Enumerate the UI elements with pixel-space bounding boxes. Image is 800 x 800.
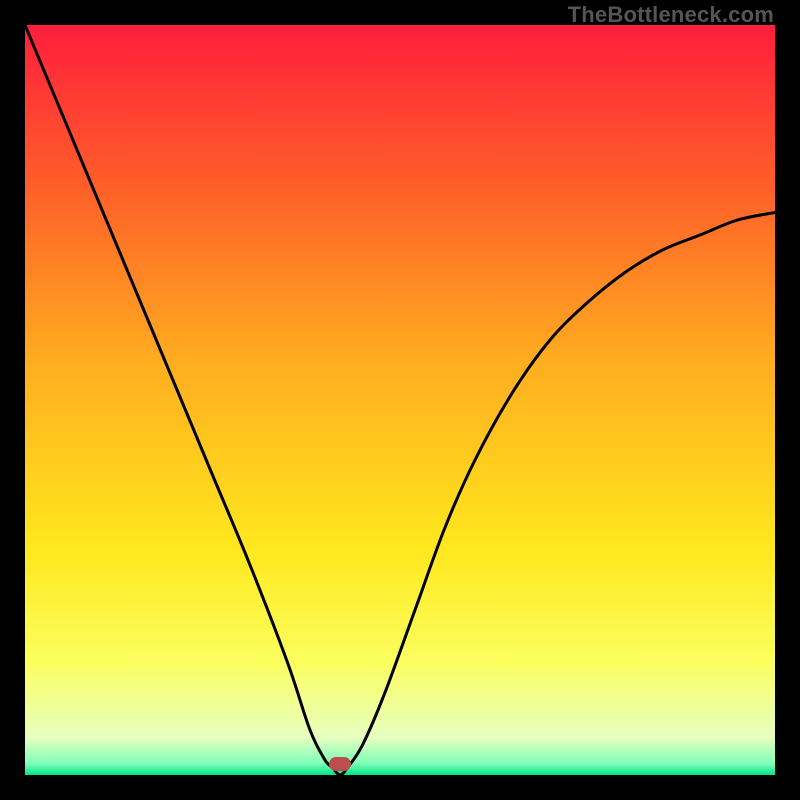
- gradient-background: [25, 25, 775, 775]
- watermark-text: TheBottleneck.com: [568, 2, 774, 28]
- chart-frame: [25, 25, 775, 775]
- optimal-point-marker: [329, 757, 351, 771]
- chart-svg: [25, 25, 775, 775]
